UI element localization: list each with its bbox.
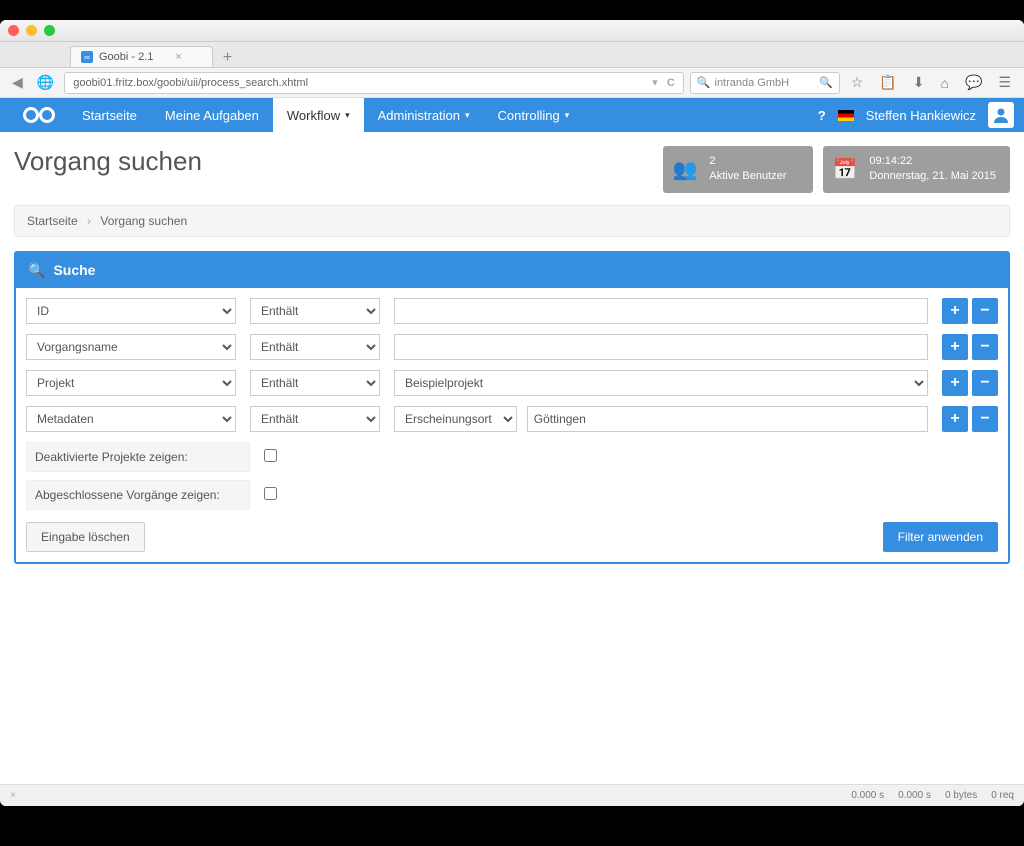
stat-date: Donnerstag, 21. Mai 2015 — [869, 169, 996, 184]
address-text: goobi01.fritz.box/goobi/uii/process_sear… — [73, 77, 308, 89]
add-row-button[interactable]: + — [942, 334, 968, 360]
option-label: Abgeschlossene Vorgänge zeigen: — [26, 480, 250, 510]
menu-icon[interactable]: ☰ — [993, 74, 1016, 91]
nav-meine-aufgaben[interactable]: Meine Aufgaben — [151, 98, 273, 132]
field-select[interactable]: Metadaten — [26, 406, 236, 432]
user-avatar-icon[interactable] — [988, 102, 1014, 128]
field-select[interactable]: Projekt — [26, 370, 236, 396]
nav-workflow[interactable]: Workflow ▾ — [273, 98, 364, 132]
chevron-down-icon: ▾ — [465, 110, 470, 121]
chevron-down-icon: ▾ — [345, 110, 350, 121]
apply-filter-button[interactable]: Filter anwenden — [883, 522, 998, 552]
remove-row-button[interactable]: − — [972, 334, 998, 360]
search-icon: 🔍 — [28, 262, 45, 279]
panel-title: Suche — [53, 262, 95, 278]
remove-row-button[interactable]: − — [972, 370, 998, 396]
search-row: Projekt Enthält Beispielprojekt + − — [26, 370, 998, 396]
operator-select[interactable]: Enthält — [250, 334, 380, 360]
add-row-button[interactable]: + — [942, 406, 968, 432]
calendar-icon: 📅 — [833, 157, 858, 182]
browser-tabstrip: ∞ Goobi - 2.1 × + — [0, 42, 1024, 68]
subfield-select[interactable]: Erscheinungsort — [394, 406, 517, 432]
users-icon: 👥 — [673, 157, 698, 182]
breadcrumb: Startseite › Vorgang suchen — [14, 205, 1010, 237]
breadcrumb-item: Vorgang suchen — [100, 214, 187, 228]
app-navbar: Startseite Meine Aufgaben Workflow ▾ Admi… — [0, 98, 1024, 132]
status-req: 0 req — [991, 790, 1014, 801]
datetime-stat: 📅 09:14:22 Donnerstag, 21. Mai 2015 — [823, 146, 1011, 193]
stat-time: 09:14:22 — [869, 154, 996, 169]
new-tab-button[interactable]: + — [213, 49, 242, 67]
search-row: Metadaten Enthält Erscheinungsort + − — [26, 406, 998, 432]
option-row: Deaktivierte Projekte zeigen: — [26, 442, 998, 472]
nav-label: Startseite — [82, 108, 137, 123]
username[interactable]: Steffen Hankiewicz — [866, 108, 976, 123]
breadcrumb-item[interactable]: Startseite — [27, 214, 78, 228]
favicon-icon: ∞ — [81, 51, 93, 63]
search-row: ID Enthält + − — [26, 298, 998, 324]
nav-controlling[interactable]: Controlling ▾ — [484, 98, 584, 132]
stat-label: Aktive Benutzer — [709, 169, 786, 184]
home-icon[interactable]: ⌂ — [936, 75, 954, 91]
status-time1: 0.000 s — [851, 790, 884, 801]
tab-title: Goobi - 2.1 — [99, 51, 153, 63]
closed-checkbox[interactable] — [264, 487, 277, 500]
add-row-button[interactable]: + — [942, 370, 968, 396]
chevron-down-icon: ▾ — [565, 110, 570, 121]
download-icon[interactable]: ⬇ — [908, 74, 930, 91]
status-time2: 0.000 s — [898, 790, 931, 801]
value-input[interactable] — [394, 334, 928, 360]
stat-count: 2 — [709, 154, 786, 169]
nav-startseite[interactable]: Startseite — [68, 98, 151, 132]
address-bar[interactable]: goobi01.fritz.box/goobi/uii/process_sear… — [64, 72, 684, 94]
window-titlebar — [0, 20, 1024, 42]
nav-administration[interactable]: Administration ▾ — [364, 98, 484, 132]
search-engine-icon: 🔍 — [697, 76, 711, 89]
nav-label: Administration — [378, 108, 460, 123]
add-row-button[interactable]: + — [942, 298, 968, 324]
chat-icon[interactable]: 💬 — [960, 74, 987, 91]
operator-select[interactable]: Enthält — [250, 406, 380, 432]
maximize-window-icon[interactable] — [44, 25, 55, 36]
value-select[interactable]: Beispielprojekt — [394, 370, 928, 396]
panel-header: 🔍 Suche — [16, 253, 1008, 288]
search-box[interactable]: 🔍 intranda GmbH 🔍 — [690, 72, 840, 94]
field-select[interactable]: ID — [26, 298, 236, 324]
globe-icon: 🌐 — [33, 74, 58, 91]
remove-row-button[interactable]: − — [972, 406, 998, 432]
close-window-icon[interactable] — [8, 25, 19, 36]
flag-de-icon[interactable] — [838, 110, 854, 121]
nav-label: Meine Aufgaben — [165, 108, 259, 123]
breadcrumb-separator-icon: › — [87, 214, 91, 228]
remove-row-button[interactable]: − — [972, 298, 998, 324]
operator-select[interactable]: Enthält — [250, 370, 380, 396]
nav-label: Workflow — [287, 108, 340, 123]
star-icon[interactable]: ☆ — [846, 74, 869, 91]
field-select[interactable]: Vorgangsname — [26, 334, 236, 360]
status-bar: × 0.000 s 0.000 s 0 bytes 0 req — [0, 784, 1024, 806]
help-icon[interactable]: ? — [818, 108, 826, 123]
operator-select[interactable]: Enthält — [250, 298, 380, 324]
minimize-window-icon[interactable] — [26, 25, 37, 36]
close-icon[interactable]: × — [10, 790, 16, 801]
active-users-stat: 👥 2 Aktive Benutzer — [663, 146, 813, 193]
page-title: Vorgang suchen — [14, 146, 653, 177]
option-row: Abgeschlossene Vorgänge zeigen: — [26, 480, 998, 510]
search-placeholder: intranda GmbH — [715, 77, 790, 89]
option-label: Deaktivierte Projekte zeigen: — [26, 442, 250, 472]
search-panel: 🔍 Suche ID Enthält + − Vorgangsna — [14, 251, 1010, 564]
browser-tab[interactable]: ∞ Goobi - 2.1 × — [70, 46, 213, 67]
nav-label: Controlling — [498, 108, 560, 123]
back-button[interactable]: ◀ — [8, 74, 27, 91]
deactivated-checkbox[interactable] — [264, 449, 277, 462]
search-row: Vorgangsname Enthält + − — [26, 334, 998, 360]
app-logo[interactable] — [10, 98, 68, 132]
browser-toolbar: ◀ 🌐 goobi01.fritz.box/goobi/uii/process_… — [0, 68, 1024, 98]
status-bytes: 0 bytes — [945, 790, 977, 801]
value-input[interactable] — [527, 406, 928, 432]
value-input[interactable] — [394, 298, 928, 324]
clipboard-icon[interactable]: 📋 — [874, 74, 901, 91]
tab-close-icon[interactable]: × — [175, 51, 181, 63]
clear-button[interactable]: Eingabe löschen — [26, 522, 145, 552]
